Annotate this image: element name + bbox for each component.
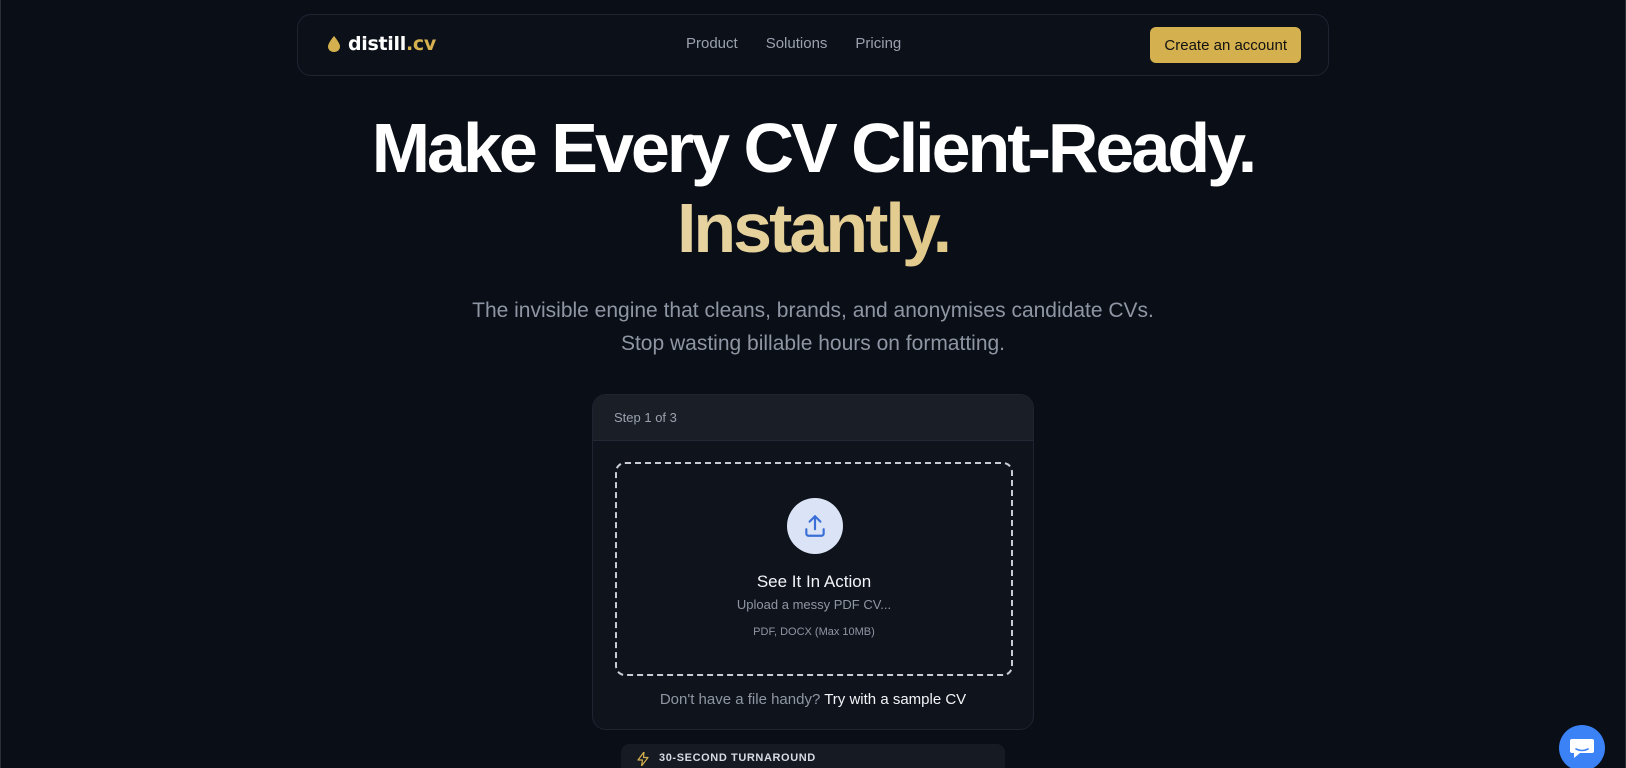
hero-section: Make Every CV Client-Ready. Instantly. bbox=[0, 108, 1626, 268]
sample-prompt: Don't have a file handy? bbox=[659, 691, 821, 708]
nav-link-pricing[interactable]: Pricing bbox=[855, 35, 901, 52]
dropzone-title: See It In Action bbox=[756, 572, 872, 591]
sample-cv-row: Don't have a file handy? Try with a samp… bbox=[593, 691, 1033, 708]
nav-link-solutions[interactable]: Solutions bbox=[766, 35, 828, 52]
hero-title-line1: Make Every CV Client-Ready. bbox=[371, 109, 1258, 187]
hero-subtitle: The invisible engine that cleans, brands… bbox=[472, 299, 1154, 355]
hero-title: Make Every CV Client-Ready. Instantly. bbox=[0, 108, 1626, 268]
top-navbar: distill.cv Product Solutions Pricing Cre… bbox=[297, 14, 1329, 76]
brand-logo[interactable]: distill.cv bbox=[328, 33, 436, 55]
lightning-icon bbox=[637, 752, 649, 766]
brand-name-accent: .cv bbox=[405, 33, 436, 55]
drop-icon bbox=[328, 36, 340, 52]
upload-icon bbox=[805, 515, 825, 537]
hero-title-line2: Instantly. bbox=[0, 188, 1626, 268]
step-indicator: Step 1 of 3 bbox=[614, 410, 677, 425]
nav-link-product[interactable]: Product bbox=[686, 35, 738, 52]
dropzone-subtitle: Upload a messy PDF CV... bbox=[736, 597, 892, 612]
main-nav: Product Solutions Pricing bbox=[686, 35, 901, 52]
brand-name: distill.cv bbox=[348, 33, 436, 55]
upload-icon-circle bbox=[787, 498, 843, 554]
upload-card-header: Step 1 of 3 bbox=[593, 395, 1033, 441]
try-sample-cv-link[interactable]: Try with a sample CV bbox=[824, 691, 966, 708]
feature-badge-label: 30-SECOND TURNAROUND bbox=[659, 752, 816, 764]
accepted-formats: PDF, DOCX (Max 10MB) bbox=[753, 626, 875, 638]
create-account-button[interactable]: Create an account bbox=[1150, 27, 1301, 63]
chat-widget-button[interactable] bbox=[1559, 725, 1605, 768]
brand-name-main: distill bbox=[348, 33, 406, 55]
feature-badge: 30-SECOND TURNAROUND bbox=[621, 744, 1005, 768]
chat-icon bbox=[1570, 739, 1594, 758]
upload-card: Step 1 of 3 See It In Action Upload a me… bbox=[592, 394, 1034, 730]
file-dropzone[interactable]: See It In Action Upload a messy PDF CV..… bbox=[615, 462, 1013, 676]
